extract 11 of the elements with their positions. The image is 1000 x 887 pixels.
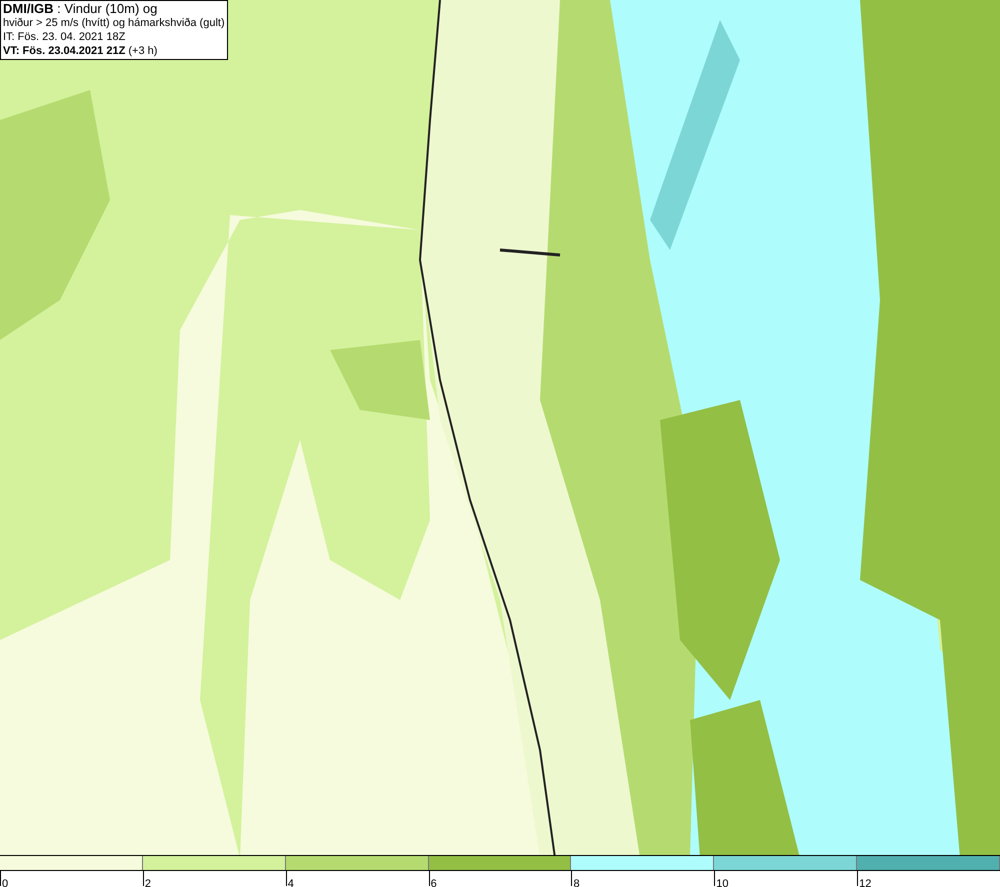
legend-label: 0 [1, 878, 8, 887]
legend-label: 6 [430, 878, 437, 887]
legend-label: 10 [715, 878, 729, 887]
info-line: DMI/IGB : Vindur (10m) og [3, 2, 158, 16]
info-line: IT: Fös. 23. 04. 2021 18Z [3, 30, 126, 44]
legend-label: 4 [286, 878, 294, 887]
legend-label: 8 [572, 878, 580, 887]
legend-label: 2 [144, 878, 151, 887]
info-line: hviður > 25 m/s (hvítt) og hámarkshviða (gult) [3, 16, 225, 30]
legend-label: 12 [858, 878, 872, 887]
info-line: VT: Fös. 23.04.2021 21Z (+3 h) [3, 44, 158, 58]
